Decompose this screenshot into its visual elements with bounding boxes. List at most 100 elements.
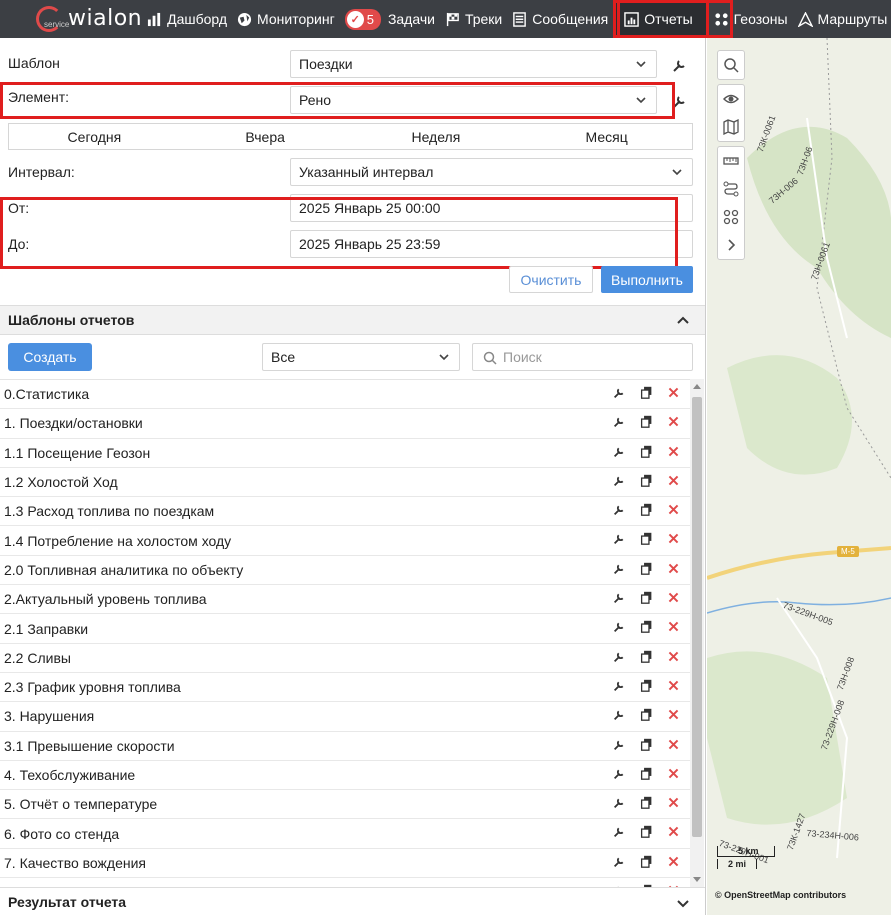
template-list-item[interactable]: 2.1 Заправки <box>0 614 690 644</box>
template-list-item[interactable]: 2.3 График уровня топлива <box>0 673 690 703</box>
delete-icon[interactable] <box>667 679 680 692</box>
template-list-item[interactable]: 0.Статистика <box>0 380 690 410</box>
map-search-button[interactable] <box>718 51 744 79</box>
delete-icon[interactable] <box>667 591 680 604</box>
copy-icon[interactable] <box>640 650 653 663</box>
copy-icon[interactable] <box>640 591 653 604</box>
copy-icon[interactable] <box>640 620 653 634</box>
scroll-up-arrow-icon[interactable] <box>693 384 701 389</box>
map-geofence-tool-button[interactable] <box>718 203 744 231</box>
map-view[interactable]: 73К-0061 73Н-06 73Н-0061 73Н-006 М-5 73-… <box>707 38 891 915</box>
chevron-up-icon[interactable] <box>677 316 689 326</box>
wrench-icon[interactable] <box>613 679 626 692</box>
copy-icon[interactable] <box>640 738 653 751</box>
templates-scrollbar[interactable] <box>690 379 704 887</box>
wrench-icon[interactable] <box>613 591 626 604</box>
wrench-icon[interactable] <box>613 474 626 487</box>
to-datetime-input[interactable]: 2025 Январь 25 23:59 <box>290 230 693 258</box>
copy-icon[interactable] <box>640 503 653 517</box>
nav-tracks[interactable]: Треки <box>440 0 507 38</box>
copy-icon[interactable] <box>640 796 653 809</box>
template-select[interactable]: Поездки <box>290 50 657 78</box>
map-visibility-button[interactable] <box>718 85 744 113</box>
template-list-item[interactable]: 7. Качество вождения по водителям <box>0 878 690 887</box>
copy-icon[interactable] <box>640 415 653 429</box>
wrench-icon[interactable] <box>613 445 626 458</box>
template-list-item[interactable]: 3. Нарушения <box>0 702 690 732</box>
template-list-item[interactable]: 6. Фото со стенда <box>0 819 690 849</box>
copy-icon[interactable] <box>640 532 653 546</box>
wrench-icon[interactable] <box>613 708 626 721</box>
delete-icon[interactable] <box>667 767 680 780</box>
wrench-icon[interactable] <box>613 562 626 575</box>
chevron-down-icon[interactable] <box>677 898 689 908</box>
delete-icon[interactable] <box>667 562 680 575</box>
clear-button[interactable]: Очистить <box>509 266 593 293</box>
delete-icon[interactable] <box>667 415 680 428</box>
delete-icon[interactable] <box>667 708 680 721</box>
template-list-item[interactable]: 2.2 Сливы <box>0 644 690 673</box>
execute-button[interactable]: Выполнить <box>601 266 693 293</box>
wrench-icon[interactable] <box>613 796 626 809</box>
report-templates-header[interactable]: Шаблоны отчетов <box>0 305 705 335</box>
nav-dashboard[interactable]: Дашборд <box>142 0 232 38</box>
wrench-icon[interactable] <box>613 532 626 545</box>
map-layers-button[interactable] <box>718 113 744 141</box>
copy-icon[interactable] <box>640 445 653 458</box>
delete-icon[interactable] <box>667 650 680 663</box>
delete-icon[interactable] <box>667 855 680 868</box>
delete-icon[interactable] <box>667 445 680 458</box>
report-result-header[interactable]: Результат отчета <box>0 887 705 915</box>
map-attribution[interactable]: © OpenStreetMap contributors <box>715 890 846 900</box>
quick-range-yesterday[interactable]: Вчера <box>180 124 351 149</box>
template-list-item[interactable]: 2.0 Топливная аналитика по объекту <box>0 556 690 586</box>
map-route-tool-button[interactable] <box>718 175 744 203</box>
from-datetime-input[interactable]: 2025 Январь 25 00:00 <box>290 194 693 222</box>
template-list-item[interactable]: 1.4 Потребление на холостом ходу <box>0 526 690 556</box>
template-list-item[interactable]: 1.3 Расход топлива по поездкам <box>0 497 690 527</box>
nav-geofences[interactable]: Геозоны <box>709 0 793 38</box>
wialon-logo[interactable]: wialon service <box>0 0 142 38</box>
copy-icon[interactable] <box>640 825 653 839</box>
delete-icon[interactable] <box>667 796 680 809</box>
map-expand-button[interactable] <box>718 231 744 259</box>
delete-icon[interactable] <box>667 738 680 751</box>
nav-reports[interactable]: Отчеты <box>613 0 709 38</box>
nav-tasks[interactable]: ✓ 5 Задачи <box>340 0 440 38</box>
template-list-item[interactable]: 1. Поездки/остановки <box>0 409 690 439</box>
copy-icon[interactable] <box>640 679 653 692</box>
element-select[interactable]: Рено <box>290 86 657 114</box>
nav-messages[interactable]: Сообщения <box>507 0 613 38</box>
copy-icon[interactable] <box>640 767 653 780</box>
delete-icon[interactable] <box>667 474 680 487</box>
wrench-icon[interactable] <box>613 767 626 780</box>
delete-icon[interactable] <box>667 825 680 838</box>
wrench-icon[interactable] <box>613 620 626 633</box>
scroll-thumb[interactable] <box>692 397 702 837</box>
copy-icon[interactable] <box>640 855 653 868</box>
wrench-icon[interactable] <box>613 415 626 428</box>
quick-range-week[interactable]: Неделя <box>351 124 522 149</box>
create-template-button[interactable]: Создать <box>8 343 92 371</box>
copy-icon[interactable] <box>640 562 653 575</box>
quick-range-today[interactable]: Сегодня <box>9 124 180 149</box>
wrench-icon[interactable] <box>613 386 626 399</box>
wrench-icon[interactable] <box>613 650 626 663</box>
template-list-item[interactable]: 1.2 Холостой Ход <box>0 468 690 498</box>
template-list-item[interactable]: 3.1 Превышение скорости <box>0 732 690 761</box>
template-list-item[interactable]: 7. Качество вождения <box>0 849 690 879</box>
map-ruler-button[interactable] <box>718 147 744 175</box>
copy-icon[interactable] <box>640 708 653 722</box>
wrench-icon[interactable] <box>613 503 626 516</box>
quick-range-month[interactable]: Месяц <box>521 124 692 149</box>
wrench-icon[interactable] <box>672 93 688 109</box>
delete-icon[interactable] <box>667 620 680 633</box>
template-filter-select[interactable]: Все <box>262 343 460 371</box>
wrench-icon[interactable] <box>613 825 626 838</box>
copy-icon[interactable] <box>640 474 653 487</box>
nav-routes[interactable]: Маршруты <box>793 0 891 38</box>
wrench-icon[interactable] <box>613 738 626 751</box>
template-list-item[interactable]: 1.1 Посещение Геозон <box>0 439 690 468</box>
wrench-icon[interactable] <box>672 57 688 73</box>
wrench-icon[interactable] <box>613 855 626 868</box>
